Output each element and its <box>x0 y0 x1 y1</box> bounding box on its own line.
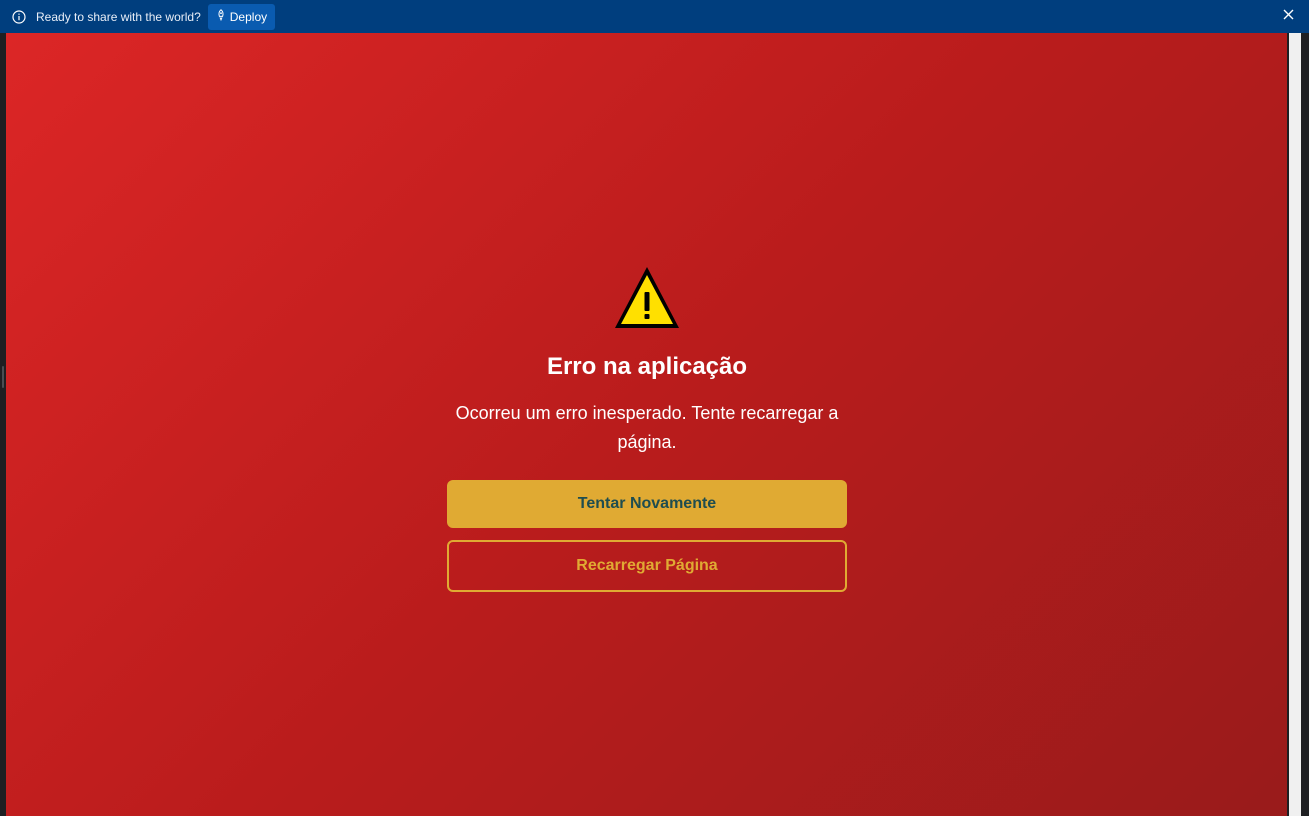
info-icon <box>12 9 26 24</box>
deploy-button[interactable]: Deploy <box>207 3 276 30</box>
warning-icon <box>613 265 681 331</box>
rocket-icon <box>216 9 226 24</box>
banner-message: Ready to share with the world? <box>36 9 201 24</box>
error-card: Erro na aplicação Ocorreu um erro inespe… <box>447 265 847 592</box>
close-banner-button[interactable] <box>1281 9 1295 23</box>
app-window: Ready to share with the world? Deploy Er… <box>0 0 1309 816</box>
scrollbar[interactable] <box>1289 33 1301 816</box>
deploy-button-label: Deploy <box>229 9 268 24</box>
reload-page-button[interactable]: Recarregar Página <box>447 540 847 592</box>
scrollbar-edge <box>1301 33 1309 816</box>
deploy-banner: Ready to share with the world? Deploy <box>0 0 1309 33</box>
error-page: Erro na aplicação Ocorreu um erro inespe… <box>6 33 1287 816</box>
close-icon <box>1283 9 1294 23</box>
error-title: Erro na aplicação <box>546 353 748 380</box>
error-message: Ocorreu um erro inesperado. Tente recarr… <box>455 403 839 452</box>
resize-handle[interactable] <box>2 366 4 388</box>
retry-button[interactable]: Tentar Novamente <box>447 480 847 528</box>
